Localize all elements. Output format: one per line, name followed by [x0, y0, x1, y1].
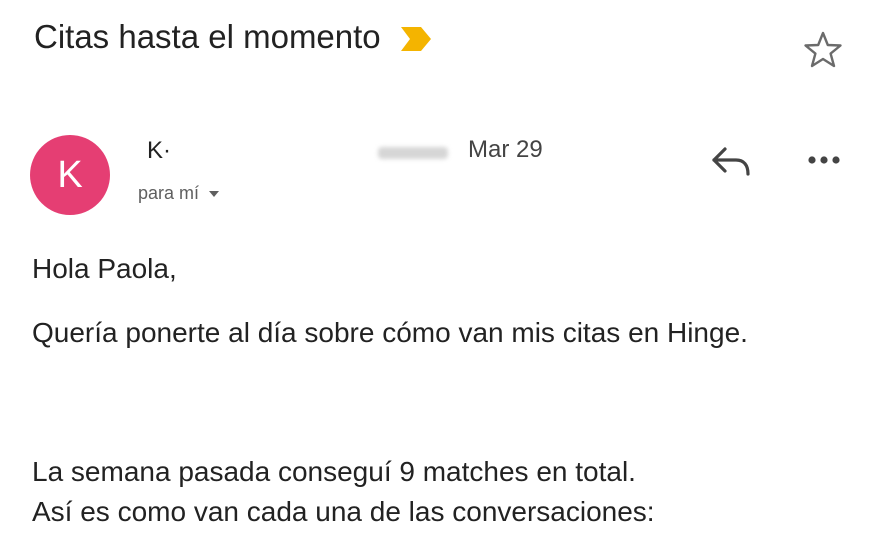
email-paragraph: La semana pasada conseguí 9 matches en t… [32, 452, 872, 532]
caret-down-icon [209, 190, 220, 197]
more-options-icon[interactable] [804, 150, 844, 170]
email-date: Mar 29 [468, 136, 543, 163]
importance-marker-icon[interactable] [399, 23, 433, 51]
sender-name[interactable]: K· [147, 137, 171, 165]
star-icon[interactable] [803, 30, 843, 70]
reply-icon[interactable] [708, 140, 754, 180]
recipient-label: para mí [138, 183, 200, 203]
sender-email-blurred [378, 147, 448, 159]
avatar[interactable]: K [30, 135, 110, 215]
paragraph-line: La semana pasada conseguí 9 matches en t… [32, 456, 636, 487]
email-paragraph: Quería ponerte al día sobre cómo van mis… [32, 317, 748, 348]
paragraph-line: Así es como van cada una de las conversa… [32, 496, 655, 527]
avatar-initial: K [57, 153, 83, 196]
subject-text: Citas hasta el momento [34, 18, 381, 55]
email-subject: Citas hasta el momento [34, 18, 433, 56]
email-greeting: Hola Paola, [32, 253, 177, 284]
recipient-details-toggle[interactable]: para mí [138, 183, 220, 204]
